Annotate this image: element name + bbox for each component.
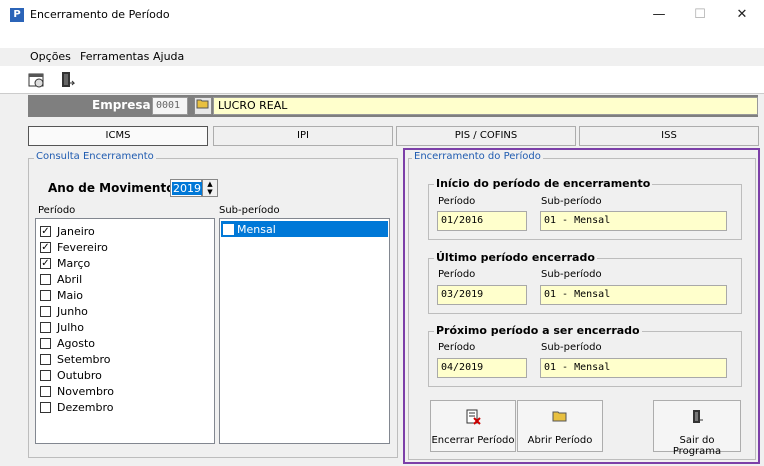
checkbox[interactable] [223, 223, 234, 235]
menu-ferramentas[interactable]: Ferramentas [80, 50, 149, 63]
list-item[interactable]: Julho [40, 319, 84, 335]
inicio-periodo-label: Período [438, 196, 476, 207]
app-icon: P [10, 8, 24, 22]
proximo-sub-label: Sub-período [541, 342, 602, 353]
encerrar-label: Encerrar Período [431, 435, 515, 446]
month-label: Outubro [57, 368, 102, 382]
ano-spinner-field[interactable]: 2019 [170, 179, 202, 197]
subperiodo-header: Sub-período [219, 205, 280, 216]
list-item[interactable]: Abril [40, 271, 82, 287]
month-label: Fevereiro [57, 240, 108, 254]
ano-label: Ano de Movimento [48, 181, 175, 195]
open-folder-icon [518, 409, 602, 429]
ultimo-sub-field: 01 - Mensal [540, 285, 727, 305]
tab-icms[interactable]: ICMS [28, 126, 208, 146]
list-item[interactable]: Outubro [40, 367, 102, 383]
checkbox[interactable]: ✓ [40, 241, 51, 253]
empresa-name-field: LUCRO REAL [213, 97, 758, 115]
proximo-title: Próximo período a ser encerrado [434, 324, 642, 337]
list-item[interactable]: Maio [40, 287, 83, 303]
month-label: Agosto [57, 336, 96, 350]
checkbox[interactable]: ✓ [40, 257, 51, 269]
checkbox[interactable] [40, 321, 51, 333]
tab-ipi[interactable]: IPI [213, 126, 393, 146]
consulta-legend: Consulta Encerramento [34, 151, 156, 162]
checkbox[interactable] [40, 337, 51, 349]
encerrar-periodo-button[interactable]: Encerrar Período [430, 400, 516, 452]
ano-value: 2019 [172, 182, 202, 195]
menu-opcoes[interactable]: Opções [30, 50, 71, 63]
inicio-periodo-field[interactable]: 01/2016 [437, 211, 527, 231]
tab-iss[interactable]: ISS [579, 126, 759, 146]
proximo-periodo-field: 04/2019 [437, 358, 527, 378]
checkbox[interactable] [40, 401, 51, 413]
inicio-title: Início do período de encerramento [434, 177, 653, 190]
list-item[interactable]: ✓ Janeiro [40, 223, 95, 239]
exit-door-icon [654, 409, 740, 429]
month-label: Março [57, 256, 91, 270]
empresa-code-field[interactable]: 0001 [152, 97, 188, 115]
checkbox[interactable] [40, 353, 51, 365]
sair-label: Sair do Programa [672, 435, 722, 457]
abrir-label: Abrir Período [527, 435, 593, 446]
list-item[interactable]: Agosto [40, 335, 95, 351]
close-button[interactable]: ✕ [728, 4, 756, 26]
sair-programa-button[interactable]: Sair do Programa [653, 400, 741, 457]
exit-door-icon[interactable] [56, 70, 78, 90]
month-label: Abril [57, 272, 83, 286]
empresa-label: Empresa [92, 98, 151, 112]
window-title: Encerramento de Período [30, 8, 170, 21]
menu-ajuda[interactable]: Ajuda [153, 50, 184, 63]
subperiod-label: Mensal [237, 222, 276, 236]
period-checklist: ✓ Janeiro ✓ Fevereiro ✓ Março Abril Maio Junho Ju… [35, 218, 215, 444]
periodo-header: Período [38, 205, 76, 216]
calendar-report-icon[interactable] [26, 70, 48, 90]
checkbox[interactable] [40, 385, 51, 397]
checkbox[interactable] [40, 369, 51, 381]
ano-spinner-buttons[interactable]: ▲ ▼ [202, 179, 218, 197]
list-item[interactable]: Setembro [40, 351, 111, 367]
encerramento-legend: Encerramento do Período [412, 151, 543, 162]
maximize-button[interactable]: ☐ [686, 4, 714, 26]
ultimo-periodo-label: Período [438, 269, 476, 280]
open-folder-icon[interactable] [194, 97, 212, 115]
month-label: Setembro [57, 352, 111, 366]
checkbox[interactable] [40, 289, 51, 301]
month-label: Maio [57, 288, 84, 302]
list-item[interactable]: Novembro [40, 383, 114, 399]
tab-pis-cofins[interactable]: PIS / COFINS [396, 126, 576, 146]
ultimo-sub-label: Sub-período [541, 269, 602, 280]
inicio-sub-field[interactable]: 01 - Mensal [540, 211, 727, 231]
list-item[interactable]: ✓ Fevereiro [40, 239, 108, 255]
month-label: Janeiro [57, 224, 95, 238]
ultimo-periodo-field: 03/2019 [437, 285, 527, 305]
list-item[interactable]: ✓ Março [40, 255, 90, 271]
month-label: Novembro [57, 384, 114, 398]
month-label: Julho [57, 320, 84, 334]
checkbox[interactable]: ✓ [40, 225, 51, 237]
abrir-periodo-button[interactable]: Abrir Período [517, 400, 603, 452]
checkbox[interactable] [40, 305, 51, 317]
list-item[interactable]: Mensal [221, 221, 388, 237]
month-label: Junho [57, 304, 88, 318]
month-label: Dezembro [57, 400, 114, 414]
checkbox[interactable] [40, 273, 51, 285]
proximo-periodo-label: Período [438, 342, 476, 353]
list-item[interactable]: Dezembro [40, 399, 114, 415]
proximo-sub-field: 01 - Mensal [540, 358, 727, 378]
minimize-button[interactable]: — [645, 4, 673, 26]
ultimo-title: Último período encerrado [434, 251, 597, 264]
subperiod-list: Mensal [219, 218, 390, 444]
list-item[interactable]: Junho [40, 303, 88, 319]
inicio-sub-label: Sub-período [541, 196, 602, 207]
close-period-icon [431, 409, 515, 429]
